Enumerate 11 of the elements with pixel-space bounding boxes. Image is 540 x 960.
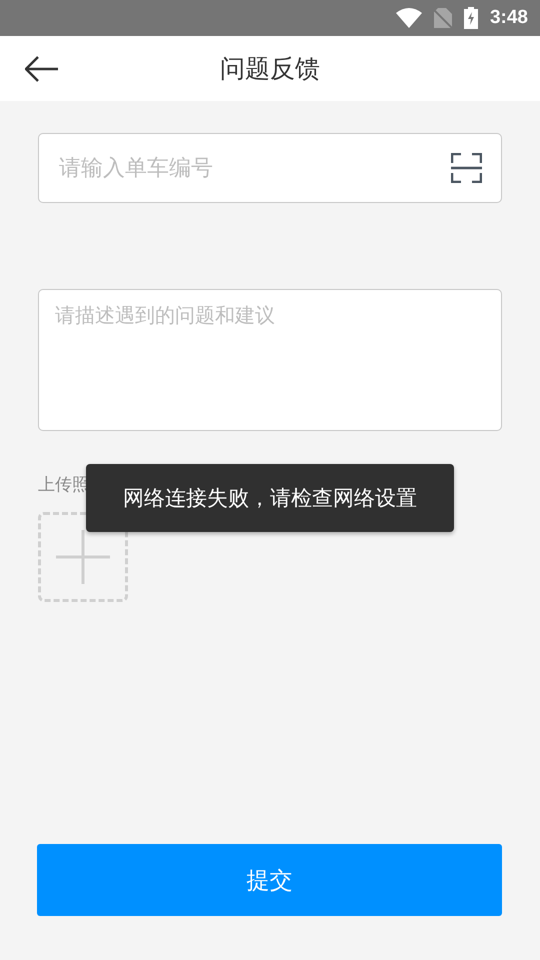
wifi-icon bbox=[396, 8, 422, 28]
scan-icon[interactable] bbox=[451, 153, 482, 183]
description-field[interactable]: 请描述遇到的问题和建议 bbox=[38, 289, 502, 431]
submit-button[interactable]: 提交 bbox=[37, 844, 502, 916]
battery-charging-icon bbox=[464, 7, 478, 29]
page-title: 问题反馈 bbox=[220, 53, 320, 85]
clock-time: 3:48 bbox=[490, 7, 528, 29]
no-sim-icon bbox=[434, 8, 452, 28]
bike-number-field[interactable]: 请输入单车编号 bbox=[38, 133, 502, 203]
plus-icon bbox=[56, 530, 110, 584]
toast-message: 网络连接失败，请检查网络设置 bbox=[86, 464, 454, 532]
